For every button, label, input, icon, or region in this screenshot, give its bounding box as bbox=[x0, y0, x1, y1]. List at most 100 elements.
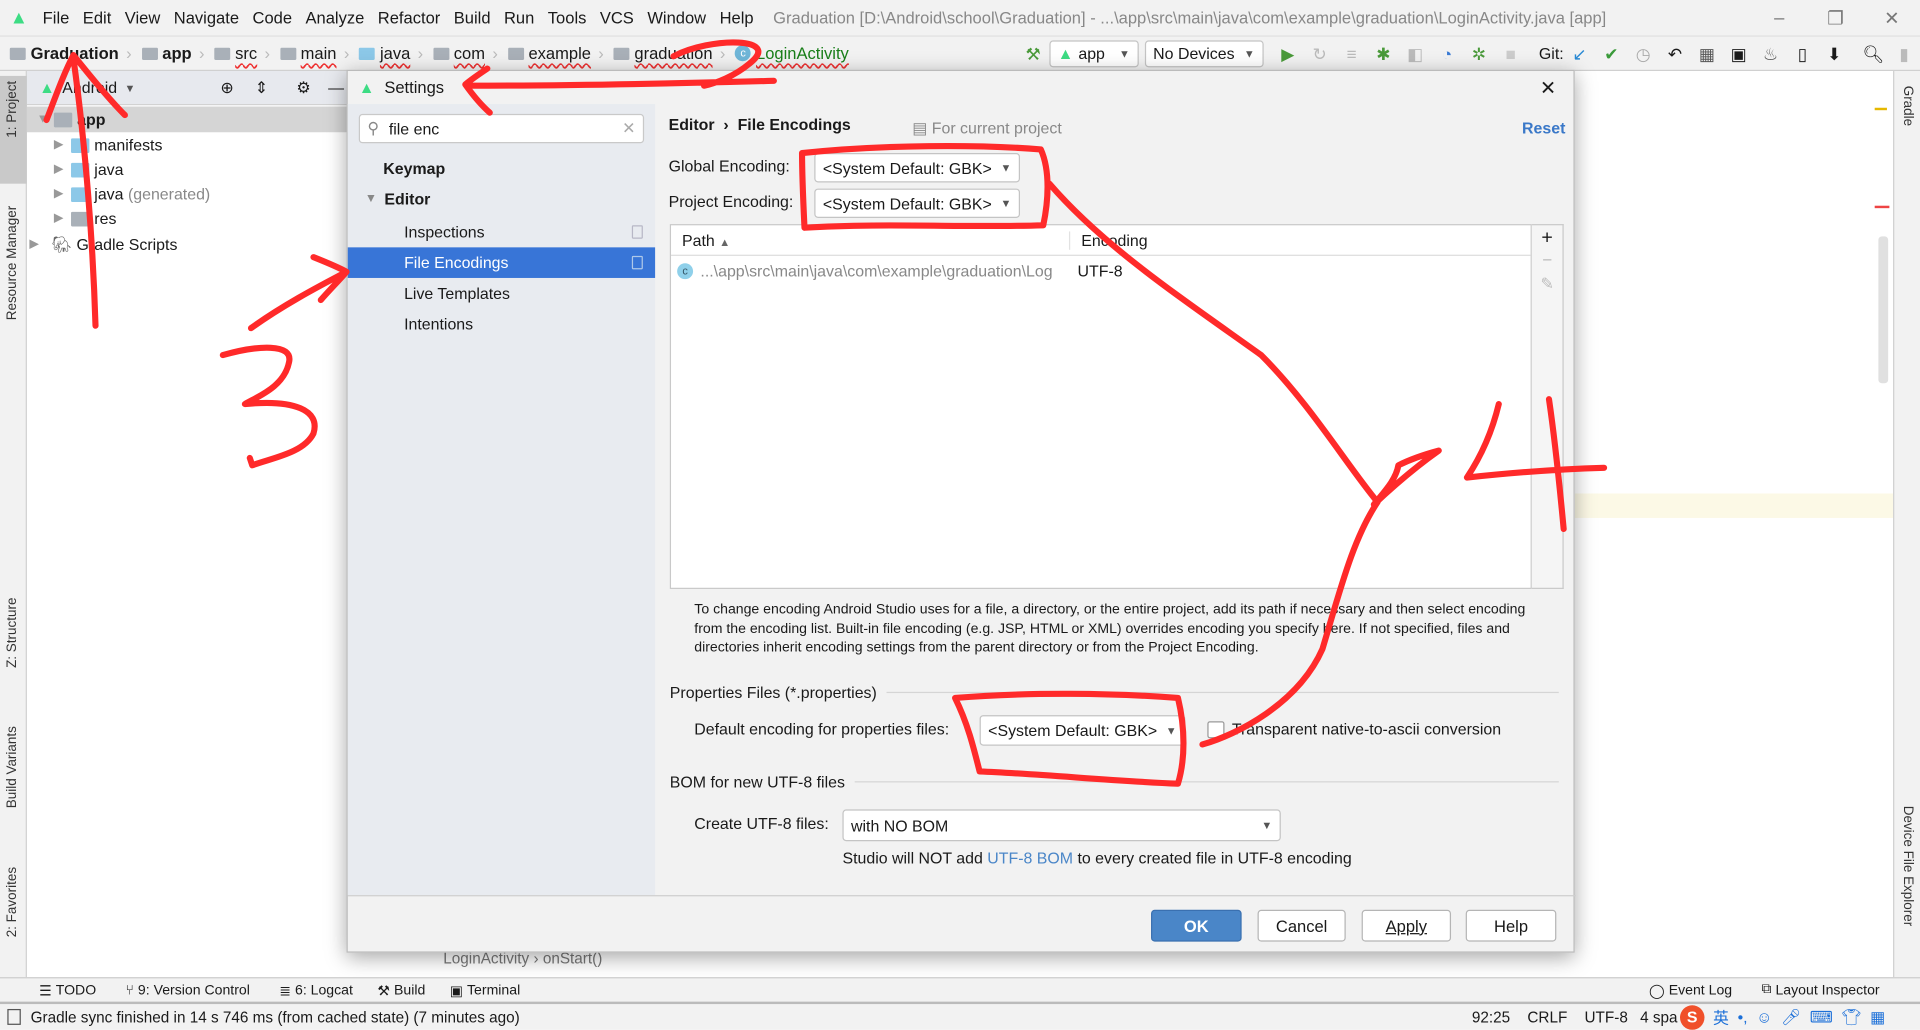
menu-build[interactable]: Build bbox=[454, 9, 491, 27]
close-window-button[interactable]: ✕ bbox=[1864, 7, 1920, 29]
tool-window-favorites[interactable]: 2: Favorites bbox=[5, 867, 20, 937]
tool-event-log[interactable]: ◯ Event Log bbox=[1649, 981, 1732, 999]
menu-edit[interactable]: Edit bbox=[83, 9, 111, 27]
menu-help[interactable]: Help bbox=[720, 9, 754, 27]
profile-icon[interactable]: ◔ bbox=[1437, 43, 1457, 63]
crumb-method[interactable]: onStart() bbox=[543, 950, 603, 967]
cancel-button[interactable]: Cancel bbox=[1257, 909, 1346, 942]
tree-item-app[interactable]: ▼ app bbox=[26, 106, 348, 133]
expand-arrow-icon[interactable]: ▼ bbox=[365, 192, 377, 205]
run-icon[interactable]: ▶ bbox=[1278, 43, 1298, 63]
tool-build[interactable]: ⚒ Build bbox=[377, 981, 425, 999]
run-config-select[interactable]: ▲ app ▼ bbox=[1049, 39, 1139, 67]
menu-tools[interactable]: Tools bbox=[548, 9, 587, 27]
nav-file-encodings[interactable]: File Encodings bbox=[347, 247, 656, 278]
remove-icon[interactable]: − bbox=[1532, 250, 1563, 270]
breadcrumb-loginactivity[interactable]: c LoginActivity bbox=[735, 44, 849, 62]
breadcrumb-src[interactable]: src › bbox=[214, 44, 270, 62]
tool-window-device-file-explorer[interactable]: Device File Explorer bbox=[1900, 806, 1915, 927]
menu-refactor[interactable]: Refactor bbox=[378, 9, 440, 27]
help-button[interactable]: Help bbox=[1465, 909, 1557, 942]
nav-intentions[interactable]: Intentions bbox=[348, 309, 655, 340]
breadcrumb-example[interactable]: example › bbox=[507, 44, 604, 62]
project-structure-icon[interactable]: ▦ bbox=[1697, 43, 1717, 63]
crumb-class[interactable]: LoginActivity bbox=[443, 950, 529, 967]
collapse-all-icon[interactable]: ⇕ bbox=[255, 78, 268, 98]
clear-search-icon[interactable]: ✕ bbox=[622, 119, 635, 139]
tree-item-manifests[interactable]: ▶ manifests bbox=[27, 132, 348, 158]
stop-icon[interactable]: ■ bbox=[1501, 43, 1521, 63]
ime-punct-icon[interactable]: •, bbox=[1738, 1008, 1748, 1026]
status-message[interactable]: Gradle sync finished in 14 s 746 ms (fro… bbox=[31, 1008, 520, 1025]
tool-window-gradle[interactable]: Gradle bbox=[1900, 86, 1915, 126]
menu-analyze[interactable]: Analyze bbox=[306, 9, 365, 27]
tool-terminal[interactable]: ▣ Terminal bbox=[450, 981, 520, 999]
close-dialog-icon[interactable]: ✕ bbox=[1540, 75, 1556, 99]
tree-item-java[interactable]: ▶ java bbox=[27, 157, 348, 183]
settings-search-input[interactable]: ⚲ file enc ✕ bbox=[358, 113, 645, 144]
menu-window[interactable]: Window bbox=[647, 9, 706, 27]
project-encoding-select[interactable]: <System Default: GBK> ▼ bbox=[814, 188, 1021, 218]
breadcrumb-app[interactable]: app › bbox=[141, 44, 205, 62]
breadcrumb-com[interactable]: com › bbox=[432, 44, 498, 62]
tool-todo[interactable]: ☰ TODO bbox=[39, 981, 96, 999]
checkbox-box[interactable] bbox=[1207, 720, 1225, 738]
global-encoding-select[interactable]: <System Default: GBK> ▼ bbox=[814, 153, 1021, 183]
menu-run[interactable]: Run bbox=[504, 9, 534, 27]
gradle-sync-icon[interactable]: ♨ bbox=[1761, 43, 1781, 63]
nav-inspections[interactable]: Inspections bbox=[348, 217, 655, 248]
tool-version-control[interactable]: ⑂ 9: Version Control bbox=[126, 983, 250, 998]
minimize-button[interactable]: – bbox=[1751, 7, 1807, 28]
breadcrumb-graduation-package[interactable]: graduation › bbox=[613, 44, 725, 62]
status-toggle-icon[interactable] bbox=[7, 1008, 21, 1025]
menu-file[interactable]: File bbox=[43, 9, 70, 27]
git-update-icon[interactable]: ↙ bbox=[1570, 43, 1590, 63]
build-hammer-icon[interactable]: ⚒ bbox=[1023, 43, 1043, 63]
debug-icon[interactable]: ✱ bbox=[1374, 43, 1394, 63]
hide-icon[interactable]: — bbox=[328, 78, 344, 96]
ime-voice-icon[interactable]: 🎤︎ bbox=[1781, 1007, 1801, 1027]
tool-layout-inspector[interactable]: ⧉ Layout Inspector bbox=[1762, 982, 1880, 998]
ime-language-icon[interactable]: 英 bbox=[1713, 1005, 1729, 1028]
terminal-icon[interactable]: ▣ bbox=[1729, 43, 1749, 63]
tool-window-project[interactable]: 1: Project bbox=[5, 81, 20, 138]
column-path[interactable]: Path ▲ bbox=[671, 230, 1071, 250]
breadcrumb-graduation[interactable]: Graduation › bbox=[9, 44, 132, 62]
git-commit-icon[interactable]: ✔ bbox=[1602, 43, 1622, 63]
caret-position[interactable]: 92:25 bbox=[1472, 1008, 1510, 1025]
bom-select[interactable]: with NO BOM ▼ bbox=[842, 809, 1281, 842]
column-encoding[interactable]: Encoding bbox=[1070, 231, 1147, 249]
table-row[interactable]: c ...\app\src\main\java\com\example\grad… bbox=[671, 256, 1531, 285]
ime-emoji-icon[interactable]: ☺ bbox=[1756, 1008, 1772, 1026]
apply-button[interactable]: Apply bbox=[1361, 909, 1452, 942]
apply-changes-icon[interactable]: ↻ bbox=[1310, 43, 1330, 63]
ime-tools-icon[interactable]: ▦ bbox=[1870, 1007, 1885, 1027]
attach-debugger-icon[interactable]: ◧ bbox=[1405, 43, 1425, 63]
add-icon[interactable]: + bbox=[1532, 228, 1563, 250]
apply-code-changes-icon[interactable]: ≡ bbox=[1342, 43, 1362, 63]
breadcrumb-main[interactable]: main › bbox=[279, 44, 349, 62]
editor-scrollbar[interactable] bbox=[1878, 236, 1889, 384]
tool-window-resource-manager[interactable]: Resource Manager bbox=[5, 206, 20, 321]
ime-keyboard-icon[interactable]: ⌨ bbox=[1810, 1007, 1833, 1027]
nav-keymap[interactable]: Keymap bbox=[348, 153, 655, 184]
account-icon[interactable]: ▮ bbox=[1894, 43, 1914, 63]
edit-pencil-icon[interactable]: ✎ bbox=[1532, 274, 1563, 294]
ime-skin-icon[interactable]: 👕︎ bbox=[1841, 1007, 1861, 1027]
line-separator[interactable]: CRLF bbox=[1527, 1008, 1567, 1025]
nav-editor[interactable]: ▼ Editor bbox=[348, 184, 655, 215]
gear-icon[interactable]: ⚙ bbox=[296, 78, 310, 98]
avd-manager-icon[interactable]: ▯ bbox=[1793, 43, 1813, 63]
menu-code[interactable]: Code bbox=[253, 9, 293, 27]
git-history-icon[interactable]: ◷ bbox=[1633, 43, 1653, 63]
menu-navigate[interactable]: Navigate bbox=[174, 9, 239, 27]
indent-setting[interactable]: 4 spa bbox=[1640, 1008, 1677, 1025]
ok-button[interactable]: OK bbox=[1151, 909, 1242, 942]
tree-item-res[interactable]: ▶ res bbox=[27, 206, 348, 232]
tool-window-build-variants[interactable]: Build Variants bbox=[5, 726, 20, 808]
sdk-manager-icon[interactable]: ⬇ bbox=[1824, 43, 1844, 63]
properties-encoding-select[interactable]: <System Default: GBK> ▼ bbox=[979, 715, 1186, 746]
utf8-bom-link[interactable]: UTF-8 BOM bbox=[987, 849, 1073, 867]
tree-item-java-generated[interactable]: ▶ java (generated) bbox=[27, 181, 348, 207]
sogou-ime-icon[interactable]: S bbox=[1680, 1004, 1705, 1030]
